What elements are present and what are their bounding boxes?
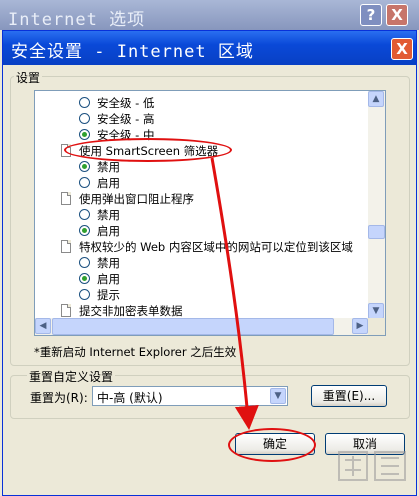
watermark-logo: [338, 451, 406, 481]
annotation-arrow: [210, 157, 259, 430]
